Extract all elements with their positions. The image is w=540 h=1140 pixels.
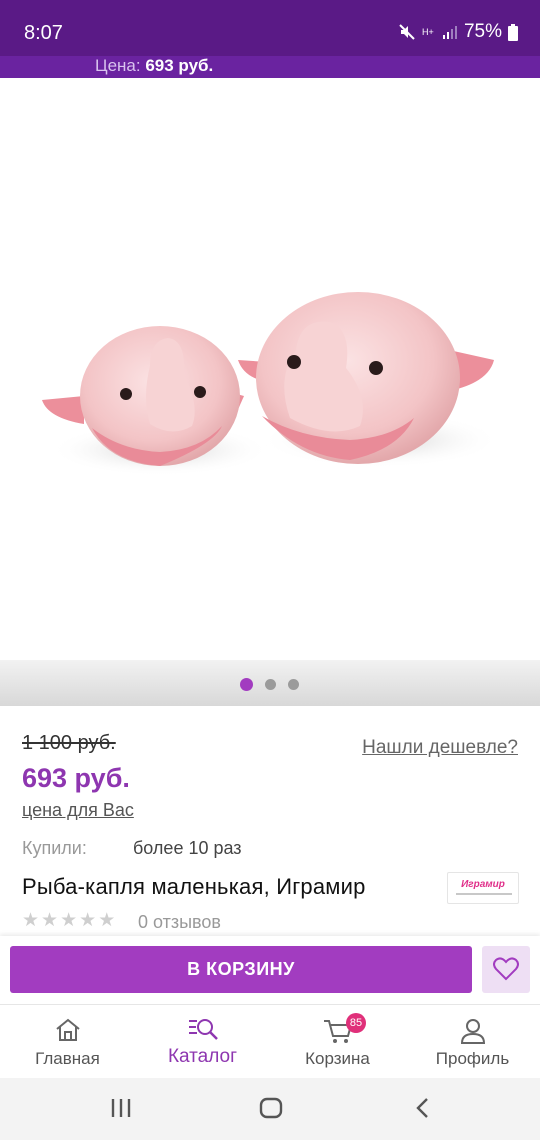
recent-apps-icon[interactable] (110, 1097, 132, 1119)
carousel-dot-3[interactable] (288, 679, 299, 690)
favorite-button[interactable] (482, 946, 530, 993)
price-strip-value: 693 руб. (145, 56, 214, 75)
nav-catalog[interactable]: Каталог (135, 1005, 270, 1079)
signal-icon (442, 26, 457, 39)
star-icon: ★ (79, 910, 97, 931)
bought-label: Купили: (22, 838, 87, 858)
star-icon: ★ (98, 910, 116, 931)
reviews-count[interactable]: 0 отзывов (138, 912, 221, 933)
carousel-indicator-bar (0, 660, 540, 706)
nav-catalog-label: Каталог (167, 1046, 238, 1067)
cart-badge: 85 (346, 1013, 366, 1033)
home-icon (55, 1018, 80, 1041)
brand-logo-text-2: мир (485, 879, 505, 890)
star-icon: ★ (60, 910, 78, 931)
price-strip-label: Цена: (95, 56, 141, 75)
battery-percent: 75% (463, 21, 502, 42)
sticky-price-strip: Цена: 693 руб. (0, 56, 540, 78)
product-image-carousel[interactable] (0, 78, 540, 660)
nav-cart[interactable]: 85 Корзина (270, 1005, 405, 1079)
carousel-dot-2[interactable] (265, 679, 276, 690)
catalog-search-icon (188, 1019, 218, 1040)
status-icons: H+ 75% (398, 21, 518, 43)
brand-logo-text-1: Игра (461, 879, 486, 890)
nav-cart-label: Корзина (305, 1049, 370, 1068)
nav-profile-label: Профиль (435, 1049, 510, 1068)
profile-icon (460, 1019, 485, 1044)
carousel-dot-1[interactable] (240, 678, 253, 691)
current-price: 693 руб. (22, 763, 130, 793)
system-navigation-bar (0, 1078, 540, 1140)
nav-home-label: Главная (35, 1049, 100, 1068)
bought-value: более 10 раз (133, 838, 242, 858)
status-bar: 8:07 H+ 75% (0, 0, 540, 56)
found-cheaper-link[interactable]: Нашли дешевле? (362, 737, 518, 759)
network-type-icon: H+ (421, 26, 434, 37)
price-for-you-link[interactable]: цена для Вас (22, 800, 134, 821)
add-to-cart-button[interactable]: В КОРЗИНУ (10, 946, 472, 993)
brand-logo[interactable]: Играмир (447, 872, 519, 904)
bottom-navigation: Главная Каталог 85 Корзина Профиль (0, 1004, 540, 1078)
home-button-icon[interactable] (259, 1097, 283, 1119)
nav-profile[interactable]: Профиль (405, 1005, 540, 1079)
battery-icon (508, 23, 518, 41)
product-title: Рыба-капля маленькая, Играмир (22, 874, 366, 899)
mute-icon (399, 24, 415, 40)
star-icon: ★ (22, 910, 40, 931)
product-image (42, 292, 500, 476)
back-icon[interactable] (414, 1097, 432, 1119)
status-time: 8:07 (24, 22, 63, 44)
star-icon: ★ (41, 910, 59, 931)
rating-stars[interactable]: ★ ★ ★ ★ ★ (22, 910, 115, 932)
nav-home[interactable]: Главная (0, 1005, 135, 1079)
action-row: В КОРЗИНУ (0, 936, 540, 1004)
heart-icon (493, 957, 519, 981)
old-price: 1 100 руб. (22, 732, 116, 754)
